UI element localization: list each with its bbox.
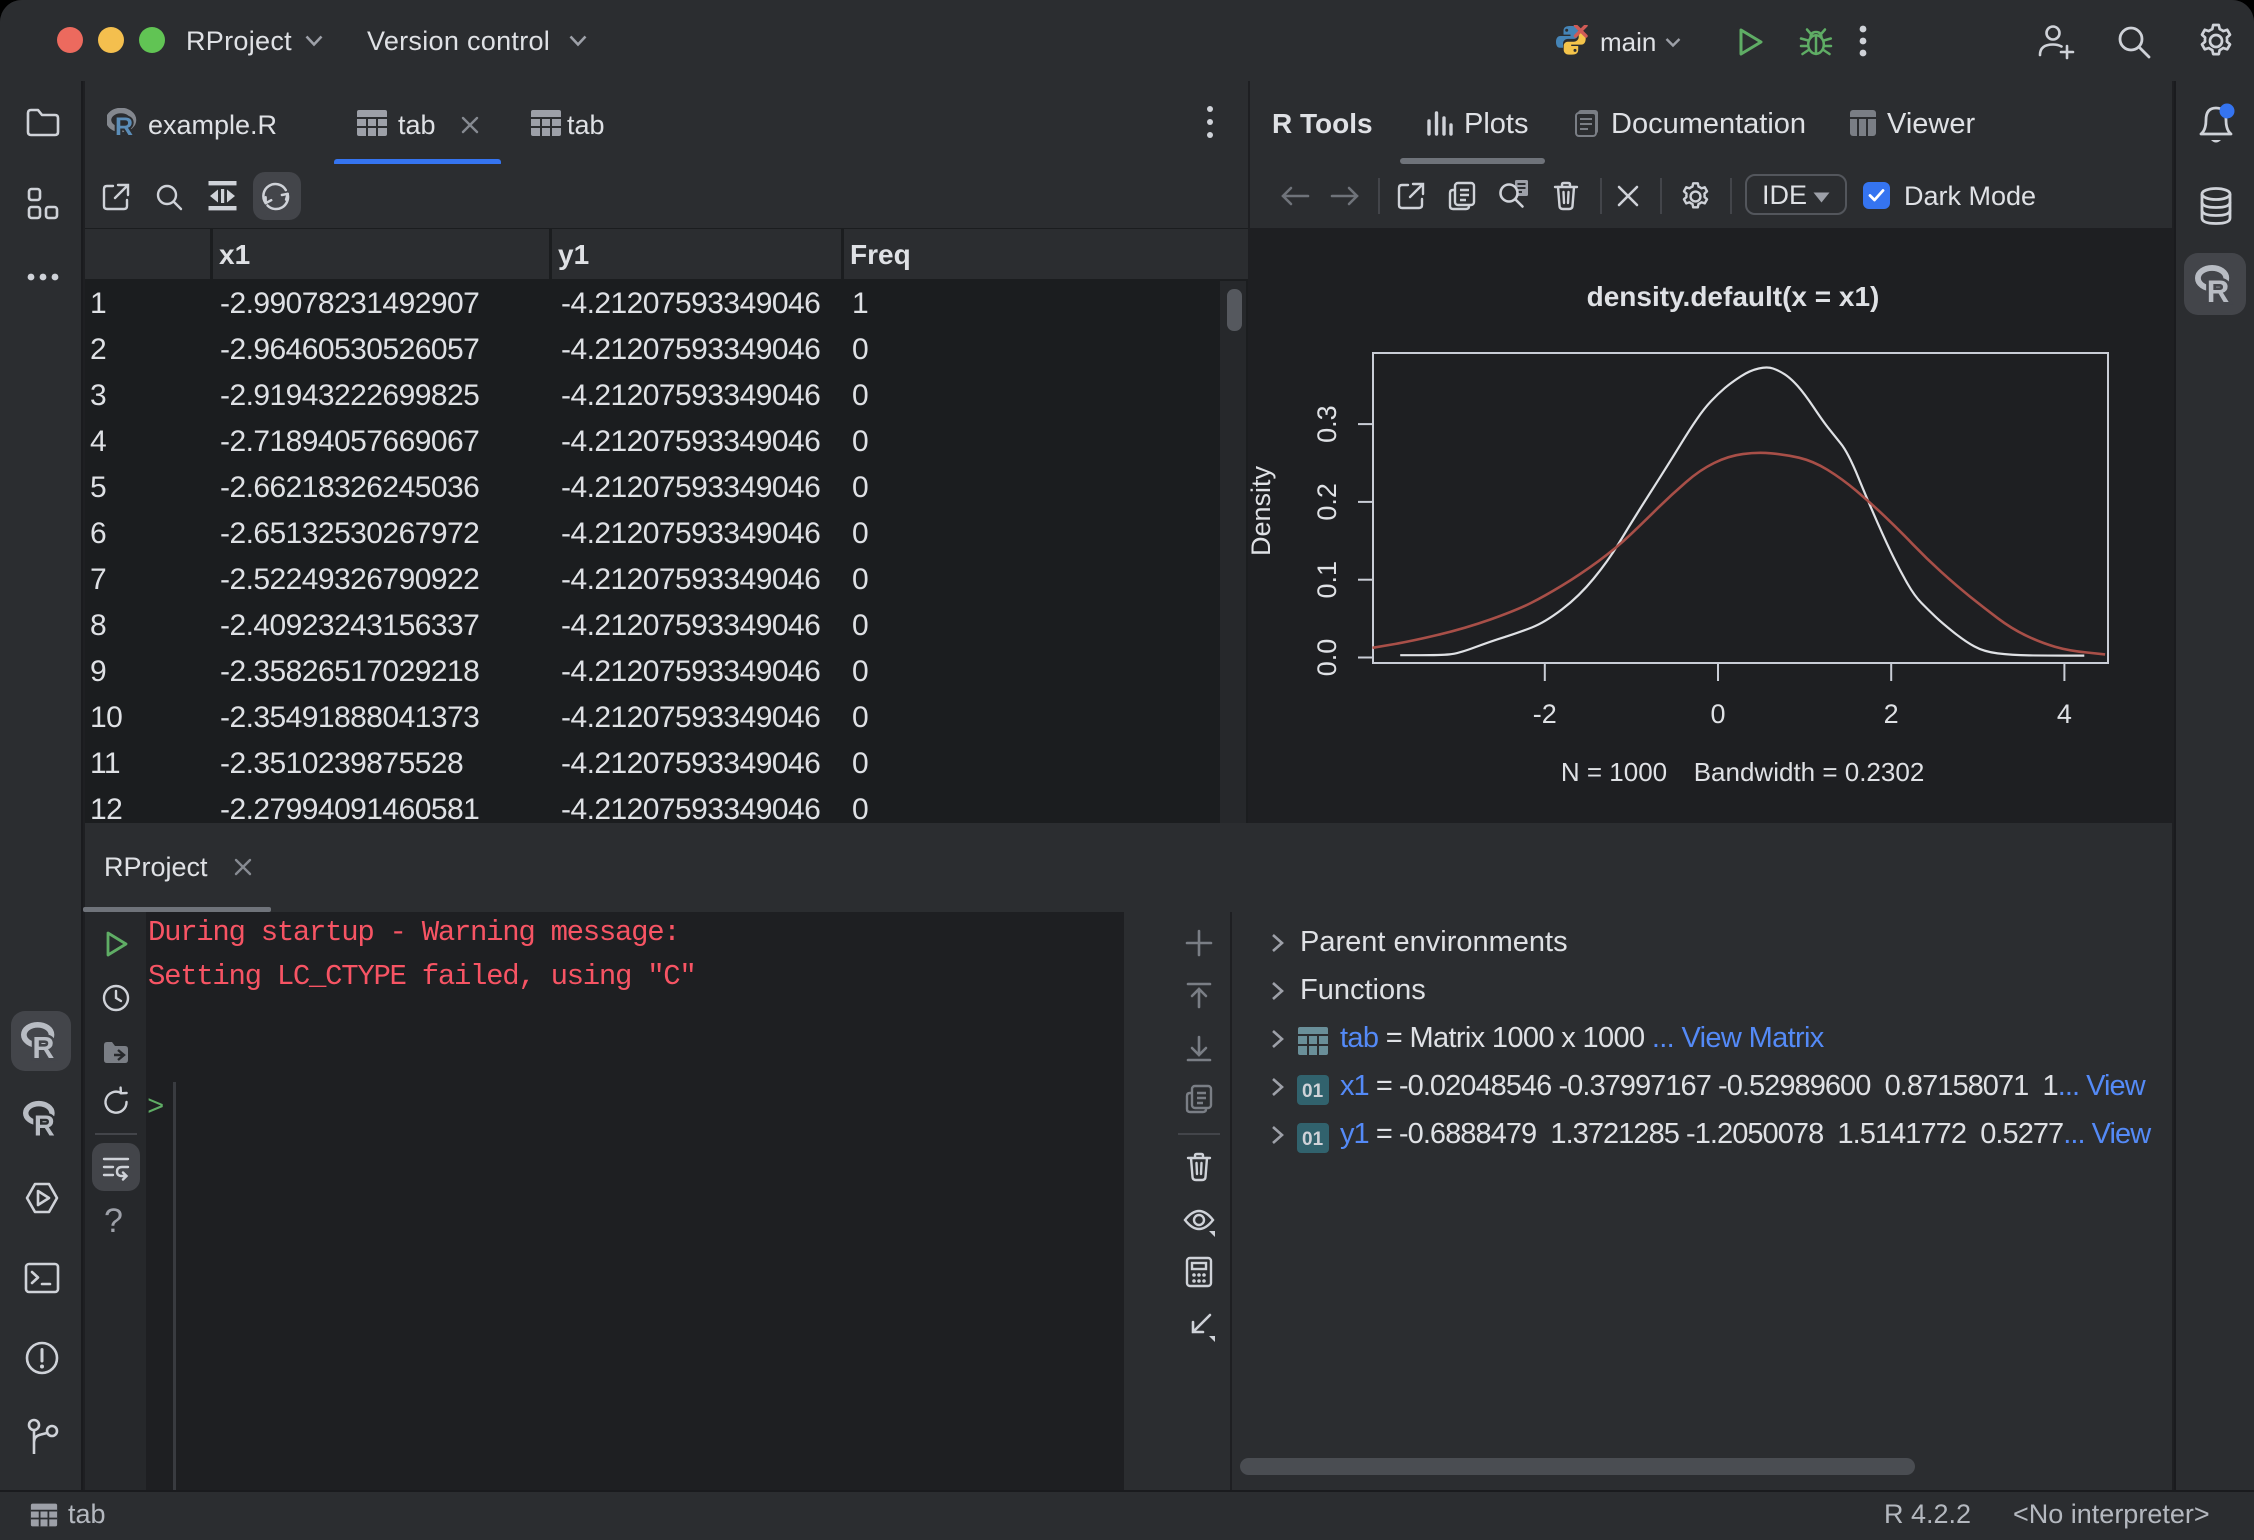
svg-text:Bandwidth = 0.2302: Bandwidth = 0.2302 <box>1694 757 1925 787</box>
svg-text:2: 2 <box>1884 699 1899 729</box>
svg-text:0.1: 0.1 <box>1312 561 1342 599</box>
svg-text:N = 1000: N = 1000 <box>1561 757 1667 787</box>
svg-text:0.2: 0.2 <box>1312 483 1342 521</box>
svg-text:0: 0 <box>1710 699 1725 729</box>
svg-text:R: R <box>2207 274 2230 305</box>
svg-text:4: 4 <box>2057 699 2072 729</box>
svg-text:0.0: 0.0 <box>1312 639 1342 677</box>
svg-text:Density: Density <box>1250 465 1276 556</box>
svg-text:R: R <box>34 1110 55 1138</box>
svg-text:-2: -2 <box>1533 699 1557 729</box>
svg-text:R: R <box>32 1031 54 1061</box>
svg-text:R: R <box>115 113 133 138</box>
svg-text:0.3: 0.3 <box>1312 405 1342 443</box>
svg-text:density.default(x = x1): density.default(x = x1) <box>1587 281 1880 312</box>
